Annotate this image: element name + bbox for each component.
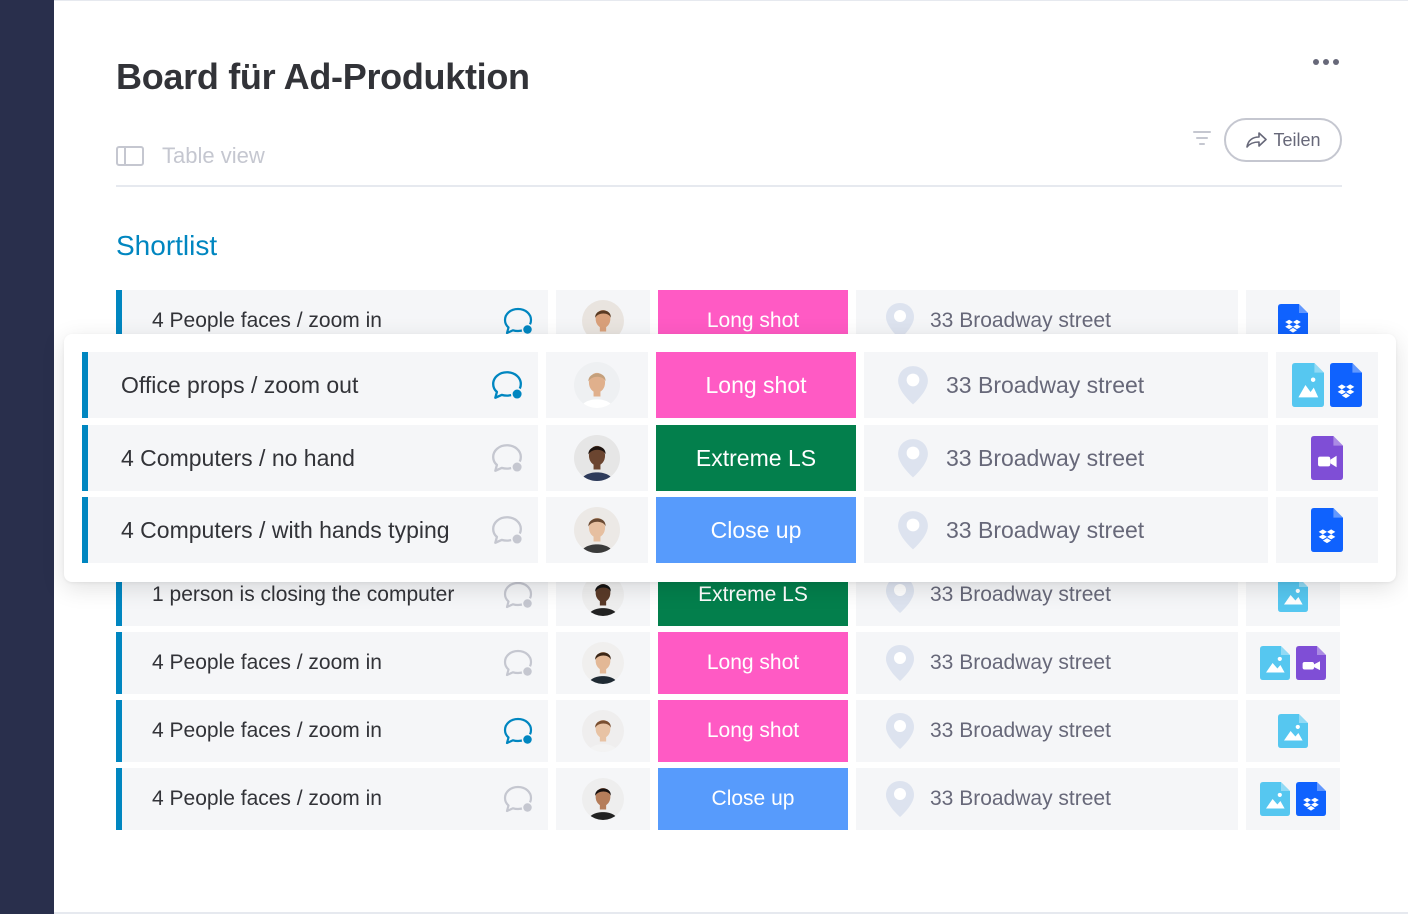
image-file-icon[interactable] <box>1260 646 1290 680</box>
files-cell[interactable] <box>1246 632 1340 694</box>
location-text: 33 Broadway street <box>930 787 1111 810</box>
location-cell[interactable]: 33 Broadway street <box>856 700 1238 762</box>
avatar <box>574 435 620 481</box>
avatar <box>582 710 624 752</box>
location-pin-icon <box>884 779 916 819</box>
video-file-icon[interactable] <box>1296 646 1326 680</box>
share-button-label: Teilen <box>1273 129 1321 150</box>
status-label[interactable]: Long shot <box>658 700 848 762</box>
status-label[interactable]: Long shot <box>658 632 848 694</box>
avatar <box>574 507 620 553</box>
view-tab-label: Table view <box>162 143 265 168</box>
location-cell[interactable]: 33 Broadway street <box>864 352 1268 418</box>
share-button[interactable]: Teilen <box>1224 118 1342 162</box>
location-cell[interactable]: 33 Broadway street <box>864 425 1268 491</box>
location-text: 33 Broadway street <box>946 444 1145 471</box>
updates-chat-icon[interactable] <box>490 513 524 552</box>
more-options-icon[interactable] <box>1308 52 1344 72</box>
table-row[interactable]: 4 Computers / with hands typing Close up… <box>82 497 1380 563</box>
item-name: 4 People faces / zoom in <box>152 651 382 674</box>
image-file-icon[interactable] <box>1292 363 1324 407</box>
location-text: 33 Broadway street <box>946 516 1145 543</box>
image-file-icon[interactable] <box>1278 714 1308 748</box>
updates-chat-icon[interactable] <box>502 579 534 616</box>
dropbox-file-icon[interactable] <box>1278 304 1308 338</box>
dropbox-file-icon[interactable] <box>1311 508 1343 552</box>
item-name-cell[interactable]: 4 People faces / zoom in <box>116 700 548 762</box>
table-row[interactable]: 4 Computers / no hand Extreme LS 33 Broa… <box>82 425 1380 491</box>
status-label[interactable]: Close up <box>658 768 848 830</box>
location-pin-icon <box>884 711 916 751</box>
location-text: 33 Broadway street <box>930 309 1111 332</box>
item-name: 4 Computers / no hand <box>121 444 355 471</box>
location-text: 33 Broadway street <box>930 719 1111 742</box>
item-name-cell[interactable]: 4 People faces / zoom in <box>116 768 548 830</box>
person-cell[interactable] <box>546 497 648 563</box>
item-name-cell[interactable]: 4 People faces / zoom in <box>116 632 548 694</box>
dropbox-file-icon[interactable] <box>1296 782 1326 816</box>
avatar <box>582 642 624 684</box>
left-navigation-bar <box>0 0 54 914</box>
avatar <box>582 778 624 820</box>
updates-chat-icon[interactable] <box>502 715 534 752</box>
location-text: 33 Broadway street <box>930 583 1111 606</box>
updates-chat-icon[interactable] <box>502 783 534 820</box>
item-name: 4 People faces / zoom in <box>152 787 382 810</box>
location-cell[interactable]: 33 Broadway street <box>856 632 1238 694</box>
location-text: 33 Broadway street <box>946 371 1145 398</box>
view-tab-table[interactable]: Table view <box>116 140 265 172</box>
location-cell[interactable]: 33 Broadway street <box>856 768 1238 830</box>
group-title[interactable]: Shortlist <box>116 230 217 262</box>
person-cell[interactable] <box>556 632 650 694</box>
status-label[interactable]: Long shot <box>656 352 856 418</box>
person-cell[interactable] <box>546 352 648 418</box>
location-pin-icon <box>884 643 916 683</box>
table-row[interactable]: 4 People faces / zoom in Long shot 33 Br… <box>116 700 1342 762</box>
item-name-cell[interactable]: Office props / zoom out <box>82 352 538 418</box>
item-name: Office props / zoom out <box>121 371 359 398</box>
location-pin-icon <box>896 509 930 552</box>
files-cell[interactable] <box>1246 768 1340 830</box>
files-cell[interactable] <box>1276 497 1378 563</box>
updates-chat-icon[interactable] <box>502 647 534 684</box>
item-name: 1 person is closing the computer <box>152 583 455 606</box>
item-name-cell[interactable]: 4 Computers / with hands typing <box>82 497 538 563</box>
location-cell[interactable]: 33 Broadway street <box>864 497 1268 563</box>
updates-chat-icon[interactable] <box>490 441 524 480</box>
status-label[interactable]: Close up <box>656 497 856 563</box>
item-name: 4 People faces / zoom in <box>152 719 382 742</box>
person-cell[interactable] <box>556 700 650 762</box>
person-cell[interactable] <box>556 768 650 830</box>
table-view-icon <box>116 146 144 166</box>
status-label[interactable]: Extreme LS <box>656 425 856 491</box>
updates-chat-icon[interactable] <box>490 368 524 407</box>
files-cell[interactable] <box>1276 425 1378 491</box>
video-file-icon[interactable] <box>1311 436 1343 480</box>
image-file-icon[interactable] <box>1278 578 1308 612</box>
table-row[interactable]: Office props / zoom out Long shot 33 Bro… <box>82 352 1380 418</box>
location-pin-icon <box>896 364 930 407</box>
item-name-cell[interactable]: 4 Computers / no hand <box>82 425 538 491</box>
share-arrow-icon <box>1246 132 1268 148</box>
avatar <box>574 362 620 408</box>
image-file-icon[interactable] <box>1260 782 1290 816</box>
dropbox-file-icon[interactable] <box>1330 363 1362 407</box>
table-row[interactable]: 4 People faces / zoom in Close up 33 Bro… <box>116 768 1342 830</box>
files-cell[interactable] <box>1276 352 1378 418</box>
item-name: 4 Computers / with hands typing <box>121 516 450 543</box>
filter-icon[interactable] <box>1192 130 1212 146</box>
location-pin-icon <box>896 437 930 480</box>
location-text: 33 Broadway street <box>930 651 1111 674</box>
item-name: 4 People faces / zoom in <box>152 309 382 332</box>
board-title: Board für Ad-Produktion <box>116 56 530 97</box>
table-row[interactable]: 4 People faces / zoom in Long shot 33 Br… <box>116 632 1342 694</box>
person-cell[interactable] <box>546 425 648 491</box>
files-cell[interactable] <box>1246 700 1340 762</box>
header-divider <box>116 185 1342 187</box>
